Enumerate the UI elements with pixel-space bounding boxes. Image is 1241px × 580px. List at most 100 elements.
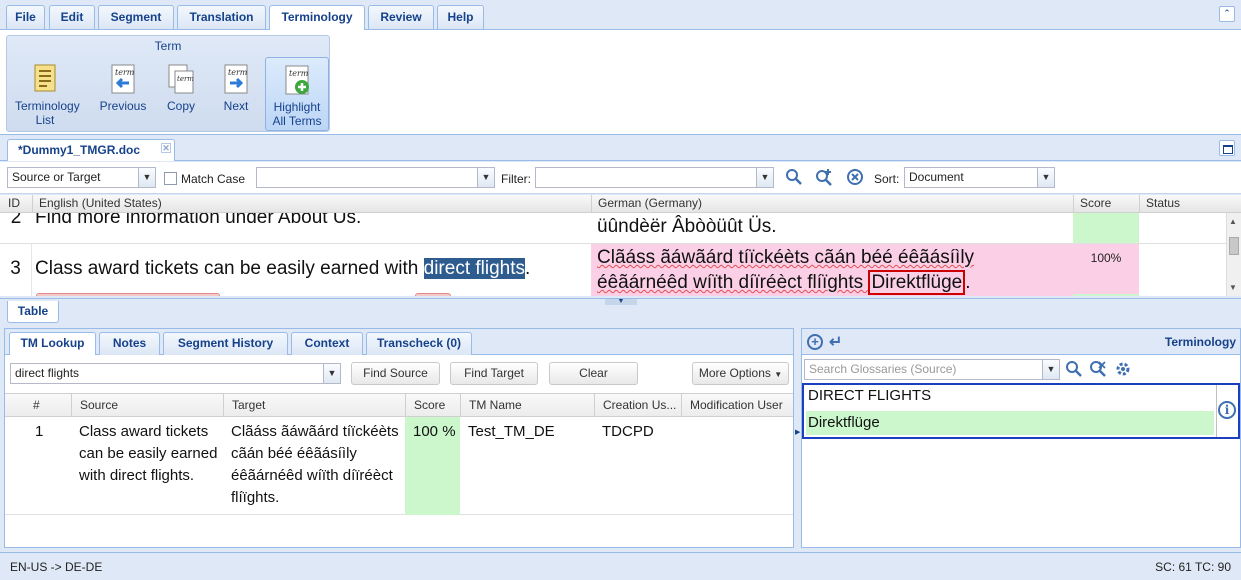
splitter-arrow-icon[interactable]: ▶ (795, 428, 800, 436)
table-tab-strip: Table ▼ (0, 298, 1241, 323)
next-term-button[interactable]: term Next (206, 57, 266, 131)
maximize-icon[interactable] (1219, 140, 1235, 156)
tab-table[interactable]: Table (7, 301, 59, 323)
tm-search-input[interactable]: direct flights ▼ (10, 363, 341, 384)
terminology-panel: + ↵ Terminology Search Glossaries (Sourc… (801, 328, 1241, 548)
menu-tab-file[interactable]: File (6, 5, 45, 29)
search-icon[interactable] (784, 168, 804, 188)
grid-scrollbar[interactable]: ▲ ▼ (1226, 213, 1241, 296)
find-target-button[interactable]: Find Target (450, 362, 538, 385)
chevron-down-icon[interactable]: ▼ (138, 168, 155, 187)
highlighted-term[interactable]: direct flights (423, 258, 526, 279)
gear-icon[interactable] (1113, 360, 1133, 380)
chevron-down-icon[interactable]: ▼ (323, 364, 340, 383)
target-end: . (965, 272, 971, 293)
scope-select-value: Source or Target (12, 170, 101, 184)
previous-term-icon: term (111, 64, 135, 94)
find-source-button[interactable]: Find Source (351, 362, 440, 385)
sort-select[interactable]: Document ▼ (904, 167, 1055, 188)
tm-result-num: 1 (35, 423, 44, 440)
column-header-target[interactable]: German (Germany) (591, 195, 1073, 213)
glossary-search-input[interactable]: Search Glossaries (Source) ▼ (804, 359, 1060, 380)
terminology-list-button[interactable]: Terminology List (15, 57, 80, 131)
copy-term-label: Copy (166, 99, 195, 113)
document-tab[interactable]: *Dummy1_TMGR.doc ✕ (7, 139, 175, 161)
segment-status (1139, 244, 1226, 296)
filter-bar: Source or Target ▼ Match Case ▼ Filter: … (0, 162, 1241, 194)
copy-term-icon: term (168, 64, 194, 94)
term-target[interactable]: Direktflüge (806, 411, 1214, 435)
scroll-up-icon[interactable]: ▲ (1229, 217, 1237, 226)
clear-button[interactable]: Clear (549, 362, 638, 385)
scroll-down-icon[interactable]: ▼ (1229, 283, 1237, 292)
column-header-num[interactable]: # (5, 394, 71, 417)
previous-term-button[interactable]: term Previous (93, 57, 153, 131)
clear-filter-icon[interactable] (845, 168, 865, 188)
column-header-tm-name[interactable]: TM Name (460, 394, 594, 417)
menu-tab-terminology[interactable]: Terminology (269, 5, 365, 30)
tm-result-source: Class award tickets can be easily earned… (79, 423, 218, 484)
menu-tab-help[interactable]: Help (437, 5, 484, 29)
document-tab-bar: *Dummy1_TMGR.doc ✕ (0, 136, 1241, 161)
column-header-id[interactable]: ID (0, 195, 32, 213)
sort-label: Sort: (874, 172, 900, 186)
search-select[interactable]: ▼ (256, 167, 495, 188)
menu-tab-segment[interactable]: Segment (98, 5, 174, 29)
segment-target[interactable]: üûndèër Âbòòüût Üs. (591, 213, 1073, 243)
menu-tab-review[interactable]: Review (368, 5, 434, 29)
tab-notes[interactable]: Notes (99, 332, 160, 355)
column-header-creation-user[interactable]: Creation Us... (594, 394, 681, 417)
segment-source: Class award tickets can be easily earned… (35, 244, 590, 296)
column-header-source[interactable]: Source (71, 394, 223, 417)
document-tab-label: *Dummy1_TMGR.doc (18, 143, 141, 157)
add-term-icon[interactable]: + (807, 334, 823, 350)
chevron-down-icon[interactable]: ▼ (756, 168, 773, 187)
filter-select[interactable]: ▼ (535, 167, 774, 188)
column-header-score[interactable]: Score (1073, 195, 1139, 213)
menu-bar: File Edit Segment Translation Terminolog… (0, 0, 1241, 30)
tm-results-header: # Source Target Score TM Name Creation U… (5, 393, 793, 417)
match-case-checkbox[interactable] (164, 172, 177, 185)
highlight-all-terms-button[interactable]: term Highlight All Terms (265, 57, 329, 131)
search-next-icon[interactable] (814, 168, 834, 188)
collapse-ribbon-button[interactable]: ⌃ (1219, 6, 1235, 22)
tab-transcheck[interactable]: Transcheck (0) (366, 332, 472, 355)
terminology-title: Terminology (1164, 335, 1236, 349)
tm-search-value: direct flights (15, 366, 80, 380)
filter-label: Filter: (501, 172, 531, 186)
more-options-button[interactable]: More Options ▼ (692, 362, 789, 385)
column-header-target[interactable]: Target (223, 394, 405, 417)
tm-result-row[interactable]: 1 Class award tickets can be easily earn… (5, 417, 793, 515)
close-icon[interactable]: ✕ (161, 143, 171, 153)
column-header-source[interactable]: English (United States) (32, 195, 591, 213)
column-header-modification-user[interactable]: Modification User (681, 394, 793, 417)
splitter-handle[interactable]: ▼ (605, 298, 637, 305)
column-header-score[interactable]: Score (405, 394, 460, 417)
column-header-status[interactable]: Status (1139, 195, 1241, 213)
next-term-icon: term (224, 64, 248, 94)
lower-tabs: TM Lookup Notes Segment History Context … (5, 329, 793, 355)
tm-lookup-panel: TM Lookup Notes Segment History Context … (4, 328, 794, 548)
inserted-term[interactable]: Direktflüge (868, 270, 966, 295)
tab-segment-history[interactable]: Segment History (163, 332, 288, 355)
insert-term-icon[interactable]: ↵ (829, 332, 842, 352)
segment-target-editor[interactable]: Clãáss ãáwãárd tíïckéèts cãán béé éêãásí… (591, 244, 1073, 296)
chevron-down-icon[interactable]: ▼ (477, 168, 494, 187)
menu-tab-translation[interactable]: Translation (177, 5, 266, 29)
info-icon[interactable]: i (1218, 401, 1236, 419)
term-entry[interactable]: DIRECT FLIGHTS Direktflüge i (802, 383, 1240, 439)
search-icon[interactable] (1064, 360, 1084, 380)
tab-tm-lookup[interactable]: TM Lookup (9, 332, 96, 355)
chevron-down-icon[interactable]: ▼ (1037, 168, 1054, 187)
tab-context[interactable]: Context (291, 332, 363, 355)
group-title: Term (154, 39, 182, 53)
highlight-all-terms-label: Highlight All Terms (272, 100, 322, 128)
panel-splitter[interactable]: ▶ (795, 328, 800, 548)
scroll-thumb[interactable] (1229, 237, 1239, 255)
copy-term-button[interactable]: term Copy (151, 57, 211, 131)
scope-select[interactable]: Source or Target ▼ (7, 167, 156, 188)
chevron-down-icon[interactable]: ▼ (1042, 360, 1059, 379)
menu-tab-edit[interactable]: Edit (49, 5, 95, 29)
clear-search-icon[interactable] (1088, 360, 1108, 380)
source-text-before: Class award tickets can be easily earned… (35, 258, 424, 279)
